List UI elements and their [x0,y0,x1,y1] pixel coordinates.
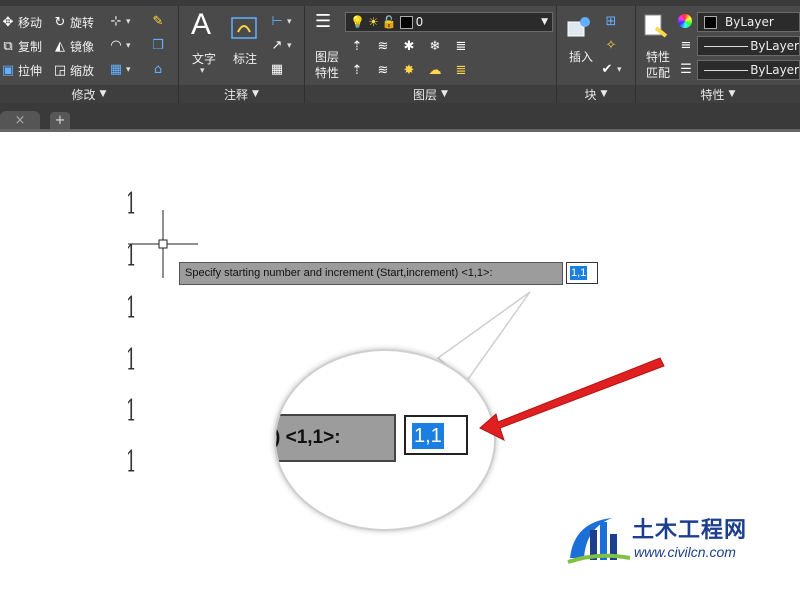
watermark-title: 土木工程网 [632,518,748,543]
site-watermark: 土木工程网 www.civilcn.com [564,508,800,578]
watermark-url: www.civilcn.com [634,544,736,560]
watermark-logo-icon [567,518,631,564]
